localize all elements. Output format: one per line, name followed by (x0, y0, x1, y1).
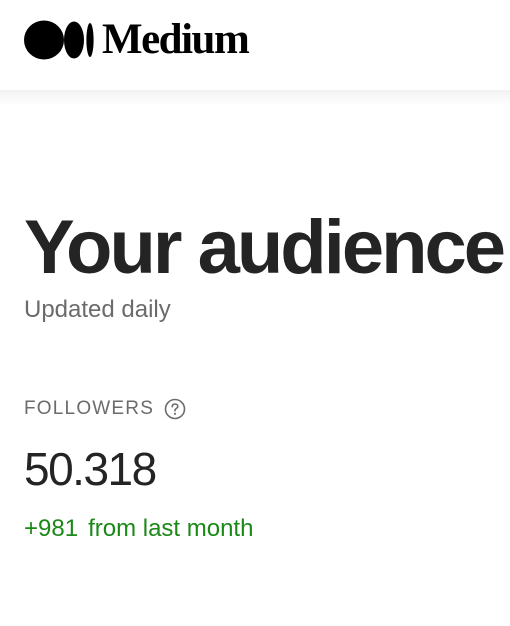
followers-heading: FOLLOWERS (24, 396, 186, 422)
medium-logo[interactable]: Medium (24, 16, 250, 63)
top-bar: Medium (0, 0, 510, 90)
page-title: Your audience (24, 205, 506, 290)
followers-label: FOLLOWERS (24, 398, 155, 419)
change-suffix: from last month (88, 515, 254, 542)
followers-change: +981 from last month (24, 514, 253, 544)
followers-count: 50.318 (24, 443, 157, 495)
medium-logo-icon (24, 20, 94, 60)
page-subtitle: Updated daily (24, 296, 171, 323)
question-circle-icon[interactable] (164, 398, 186, 420)
header-shadow (0, 90, 510, 106)
change-value: +981 (24, 515, 79, 542)
brand-name: Medium (102, 16, 250, 63)
